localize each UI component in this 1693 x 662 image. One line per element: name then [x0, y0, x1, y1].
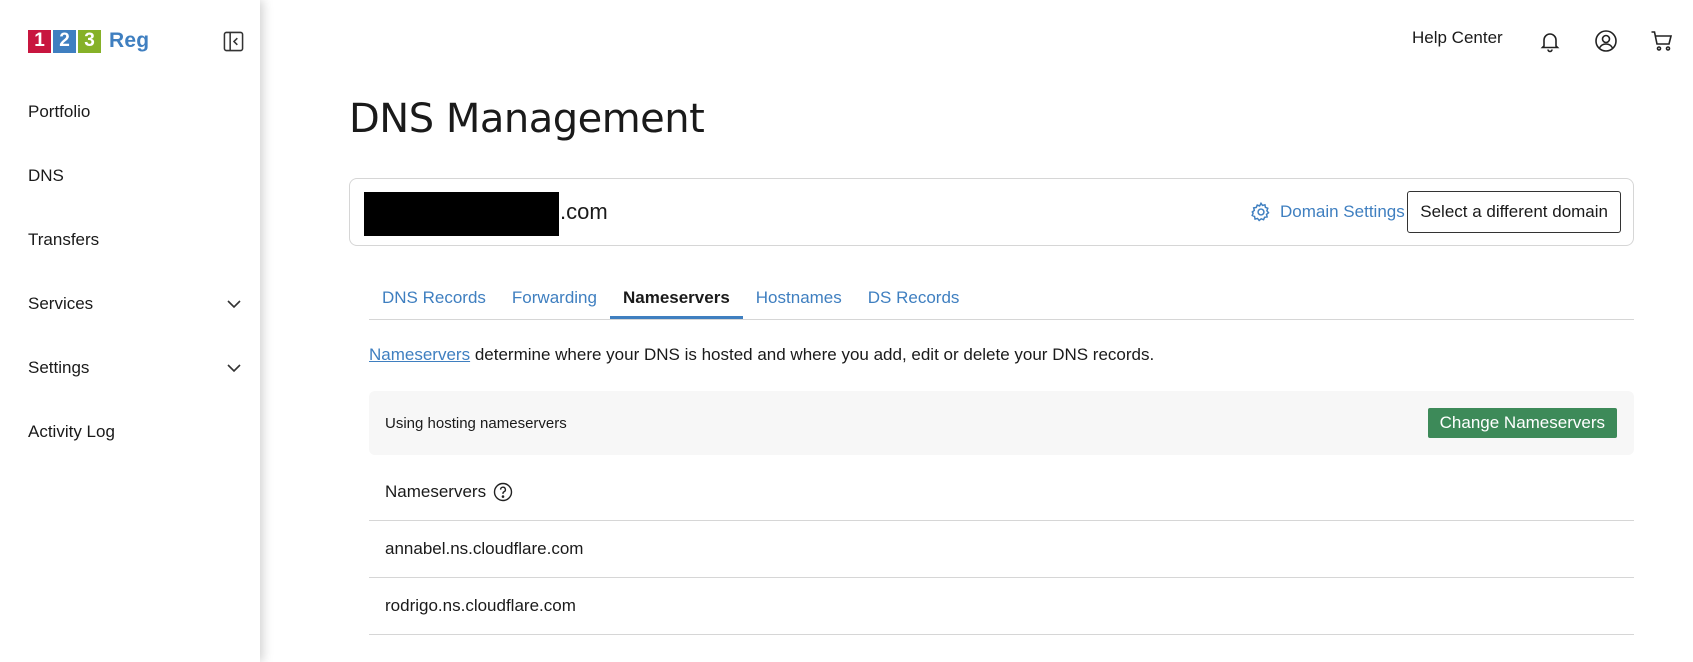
nameserver-value: rodrigo.ns.cloudflare.com: [385, 596, 576, 615]
nameservers-list-header: Nameservers: [369, 464, 1634, 521]
sidebar-nav: Portfolio DNS Transfers Services Setting…: [0, 80, 260, 464]
nameserver-status-panel: Using hosting nameservers Change Nameser…: [369, 391, 1634, 455]
domain-settings-label: Domain Settings: [1280, 202, 1405, 221]
chevron-down-icon: [227, 300, 241, 309]
tab-hostnames[interactable]: Hostnames: [743, 280, 855, 319]
domain-name-suffix: .com: [560, 199, 608, 224]
sidebar-item-label: Transfers: [28, 230, 100, 249]
sidebar-item-services[interactable]: Services: [0, 272, 260, 336]
logo-text: Reg: [109, 29, 150, 52]
nameservers-help-link[interactable]: Nameservers: [369, 345, 470, 364]
sidebar-item-activity-log[interactable]: Activity Log: [0, 400, 260, 464]
collapse-sidebar-icon[interactable]: [223, 31, 244, 52]
page-title: DNS Management: [349, 96, 705, 142]
sidebar-item-label: Settings: [28, 358, 90, 377]
domain-settings-link[interactable]: Domain Settings: [1250, 201, 1405, 223]
cart-icon[interactable]: [1650, 29, 1674, 53]
help-center-link[interactable]: Help Center: [1412, 28, 1503, 48]
nameserver-row: annabel.ns.cloudflare.com: [369, 521, 1634, 578]
domain-card: .com Domain Settings Select a different …: [349, 178, 1634, 246]
sidebar-item-label: Portfolio: [28, 102, 91, 121]
nameserver-status-text: Using hosting nameservers: [385, 415, 567, 432]
sidebar-item-transfers[interactable]: Transfers: [0, 208, 260, 272]
sidebar: 1 2 3 Reg Portfolio DNS Transfers Servic…: [0, 0, 260, 662]
user-icon[interactable]: [1594, 29, 1618, 53]
gear-icon: [1251, 201, 1270, 222]
nameserver-row: rodrigo.ns.cloudflare.com: [369, 578, 1634, 635]
sidebar-item-dns[interactable]: DNS: [0, 144, 260, 208]
bell-icon[interactable]: [1538, 29, 1562, 53]
tab-forwarding[interactable]: Forwarding: [499, 280, 610, 319]
nameservers-list-title: Nameservers: [385, 482, 487, 501]
logo-digit-1: 1: [28, 29, 51, 53]
brand-logo[interactable]: 1 2 3 Reg: [28, 29, 149, 53]
help-icon[interactable]: [493, 482, 513, 502]
tab-ds-records[interactable]: DS Records: [855, 280, 973, 319]
logo-digit-2: 2: [53, 29, 76, 53]
chevron-down-icon: [227, 364, 241, 373]
change-nameservers-button[interactable]: Change Nameservers: [1427, 408, 1617, 438]
sidebar-item-label: Activity Log: [28, 422, 115, 441]
tab-nameservers[interactable]: Nameservers: [609, 280, 743, 319]
sidebar-item-label: DNS: [28, 166, 64, 185]
nameservers-intro-text: determine where your DNS is hosted and w…: [470, 345, 1155, 364]
select-different-domain-button[interactable]: Select a different domain: [1407, 191, 1621, 233]
redacted-domain-name: [364, 192, 559, 236]
nameserver-value: annabel.ns.cloudflare.com: [385, 539, 584, 558]
sidebar-item-label: Services: [28, 294, 94, 313]
nameservers-intro: Nameservers determine where your DNS is …: [369, 345, 1154, 365]
sidebar-item-settings[interactable]: Settings: [0, 336, 260, 400]
dns-tabs: DNS Records Forwarding Nameservers Hostn…: [369, 280, 1634, 320]
logo-digit-3: 3: [78, 29, 101, 53]
sidebar-item-portfolio[interactable]: Portfolio: [0, 80, 260, 144]
tab-dns-records[interactable]: DNS Records: [369, 280, 499, 319]
